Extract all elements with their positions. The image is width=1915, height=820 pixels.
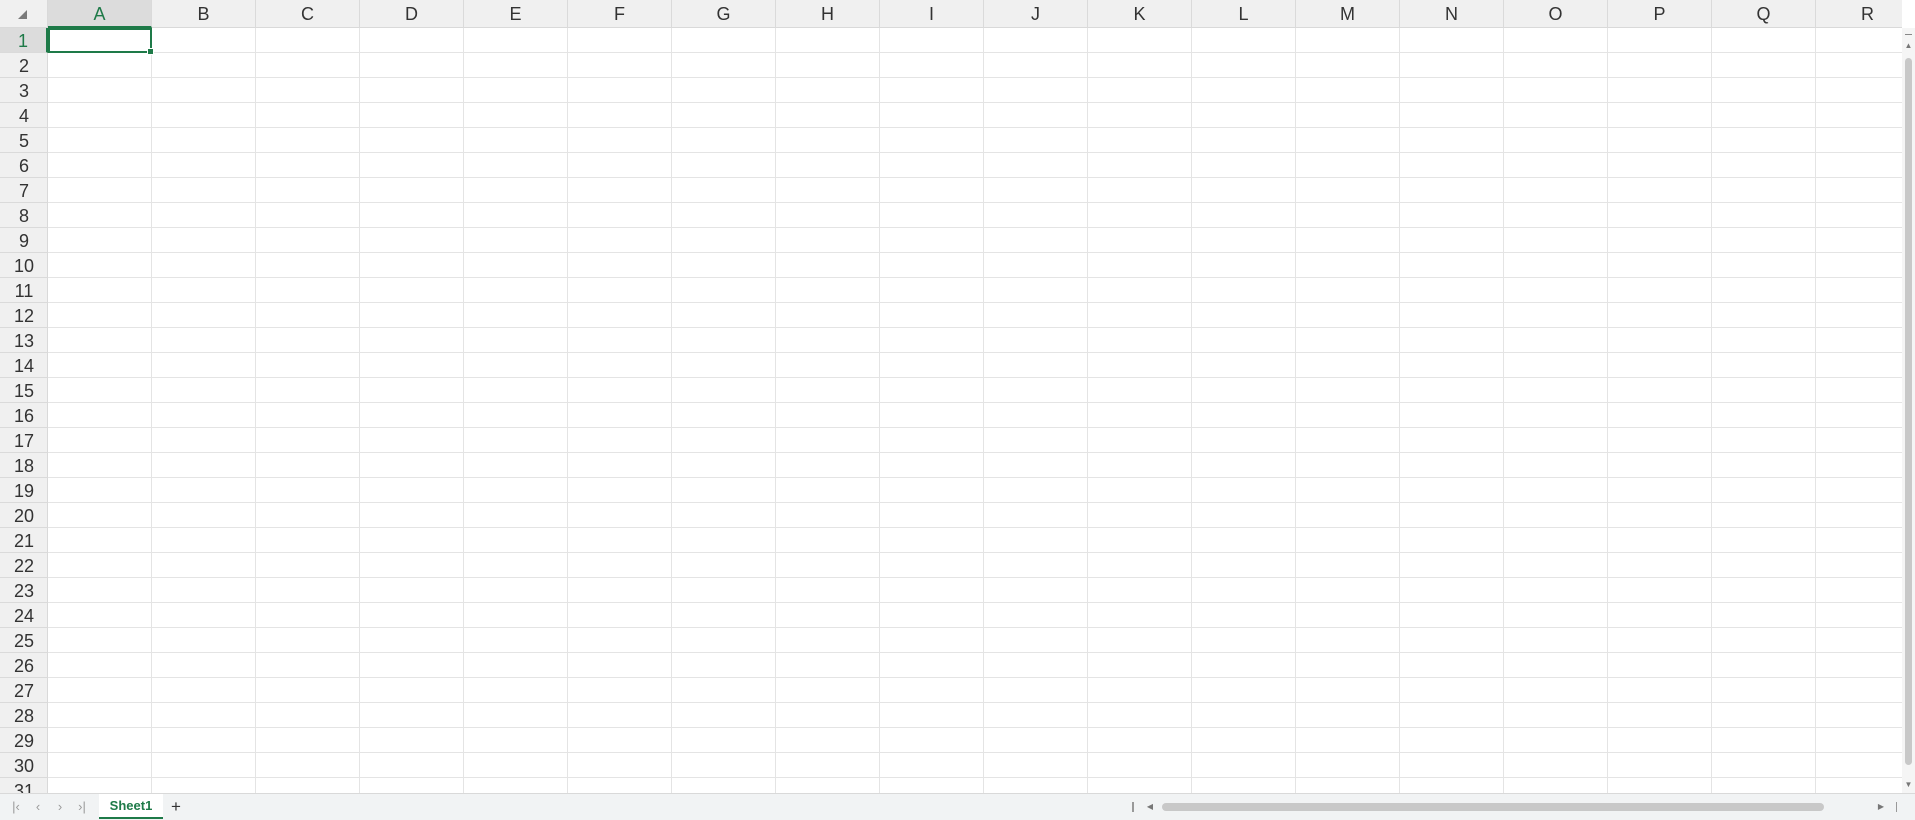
row-header-19[interactable]: 19: [0, 478, 48, 503]
last-sheet-icon[interactable]: ›|: [72, 794, 92, 820]
vertical-scroll-thumb[interactable]: [1905, 58, 1912, 765]
add-sheet-button[interactable]: +: [166, 794, 186, 820]
scroll-left-icon[interactable]: ◀: [1143, 794, 1157, 820]
row-header-10[interactable]: 10: [0, 253, 48, 278]
row-header: 1 2 3 4 5 6 7 8 9 10 11 12 13 14 15 16 17 18 19 20 21 22 23 24 2…: [0, 28, 48, 793]
selected-cell-A1[interactable]: [48, 28, 154, 55]
column-header: ABCDEFGHIJKLMNOPQR: [48, 0, 1902, 28]
row-header-18[interactable]: 18: [0, 453, 48, 478]
row-header-16[interactable]: 16: [0, 403, 48, 428]
column-header-r[interactable]: R: [1816, 0, 1902, 28]
horizontal-scroll-thumb[interactable]: [1162, 803, 1824, 811]
column-header-i[interactable]: I: [880, 0, 984, 28]
row-header-22[interactable]: 22: [0, 553, 48, 578]
scroll-right-icon[interactable]: ▶: [1874, 794, 1888, 820]
column-header-m[interactable]: M: [1296, 0, 1400, 28]
row-header-12[interactable]: 12: [0, 303, 48, 328]
tab-sheet1[interactable]: Sheet1: [99, 794, 163, 819]
row-header-14[interactable]: 14: [0, 353, 48, 378]
row-header-23[interactable]: 23: [0, 578, 48, 603]
column-header-j[interactable]: J: [984, 0, 1088, 28]
scroll-down-icon[interactable]: ▼: [1902, 779, 1915, 791]
column-header-h[interactable]: H: [776, 0, 880, 28]
row-header-24[interactable]: 24: [0, 603, 48, 628]
row-header-21[interactable]: 21: [0, 528, 48, 553]
row-header-3[interactable]: 3: [0, 78, 48, 103]
row-header-26[interactable]: 26: [0, 653, 48, 678]
fill-handle[interactable]: [147, 48, 154, 55]
column-header-k[interactable]: K: [1088, 0, 1192, 28]
vertical-scrollbar[interactable]: ▲ ▼: [1902, 28, 1915, 793]
split-handle-icon[interactable]: [1905, 34, 1912, 35]
row-header-1[interactable]: 1: [0, 28, 48, 53]
sheet-tab-bar: |‹ ‹ › ›| Sheet1 + ◀ ▶: [0, 793, 1915, 820]
horizontal-split-handle[interactable]: [1132, 802, 1134, 812]
row-header-31[interactable]: 31: [0, 778, 48, 793]
scroll-up-icon[interactable]: ▲: [1902, 40, 1915, 52]
select-all-icon: [18, 10, 27, 19]
column-header-p[interactable]: P: [1608, 0, 1712, 28]
row-header-15[interactable]: 15: [0, 378, 48, 403]
column-header-q[interactable]: Q: [1712, 0, 1816, 28]
row-header-30[interactable]: 30: [0, 753, 48, 778]
column-header-l[interactable]: L: [1192, 0, 1296, 28]
spreadsheet-grid-area: ABCDEFGHIJKLMNOPQR 1 2 3 4 5 6 7 8 9 10 11 12 13 14 15…: [0, 0, 1902, 793]
row-header-9[interactable]: 9: [0, 228, 48, 253]
column-header-c[interactable]: C: [256, 0, 360, 28]
row-header-6[interactable]: 6: [0, 153, 48, 178]
first-sheet-icon[interactable]: |‹: [6, 794, 26, 820]
row-header-8[interactable]: 8: [0, 203, 48, 228]
row-header-7[interactable]: 7: [0, 178, 48, 203]
column-header-e[interactable]: E: [464, 0, 568, 28]
select-all-corner[interactable]: [0, 0, 48, 28]
row-header-28[interactable]: 28: [0, 703, 48, 728]
prev-sheet-icon[interactable]: ‹: [28, 794, 48, 820]
column-header-f[interactable]: F: [568, 0, 672, 28]
horizontal-scroll-end: [1896, 802, 1897, 812]
row-header-17[interactable]: 17: [0, 428, 48, 453]
next-sheet-icon[interactable]: ›: [50, 794, 70, 820]
row-header-13[interactable]: 13: [0, 328, 48, 353]
row-header-27[interactable]: 27: [0, 678, 48, 703]
row-header-20[interactable]: 20: [0, 503, 48, 528]
row-header-25[interactable]: 25: [0, 628, 48, 653]
row-header-11[interactable]: 11: [0, 278, 48, 303]
cell-grid[interactable]: [48, 28, 1902, 793]
row-header-4[interactable]: 4: [0, 103, 48, 128]
row-header-29[interactable]: 29: [0, 728, 48, 753]
row-header-5[interactable]: 5: [0, 128, 48, 153]
row-header-2[interactable]: 2: [0, 53, 48, 78]
column-header-d[interactable]: D: [360, 0, 464, 28]
column-header-g[interactable]: G: [672, 0, 776, 28]
column-header-a[interactable]: A: [48, 0, 152, 28]
column-header-o[interactable]: O: [1504, 0, 1608, 28]
column-header-n[interactable]: N: [1400, 0, 1504, 28]
column-header-b[interactable]: B: [152, 0, 256, 28]
